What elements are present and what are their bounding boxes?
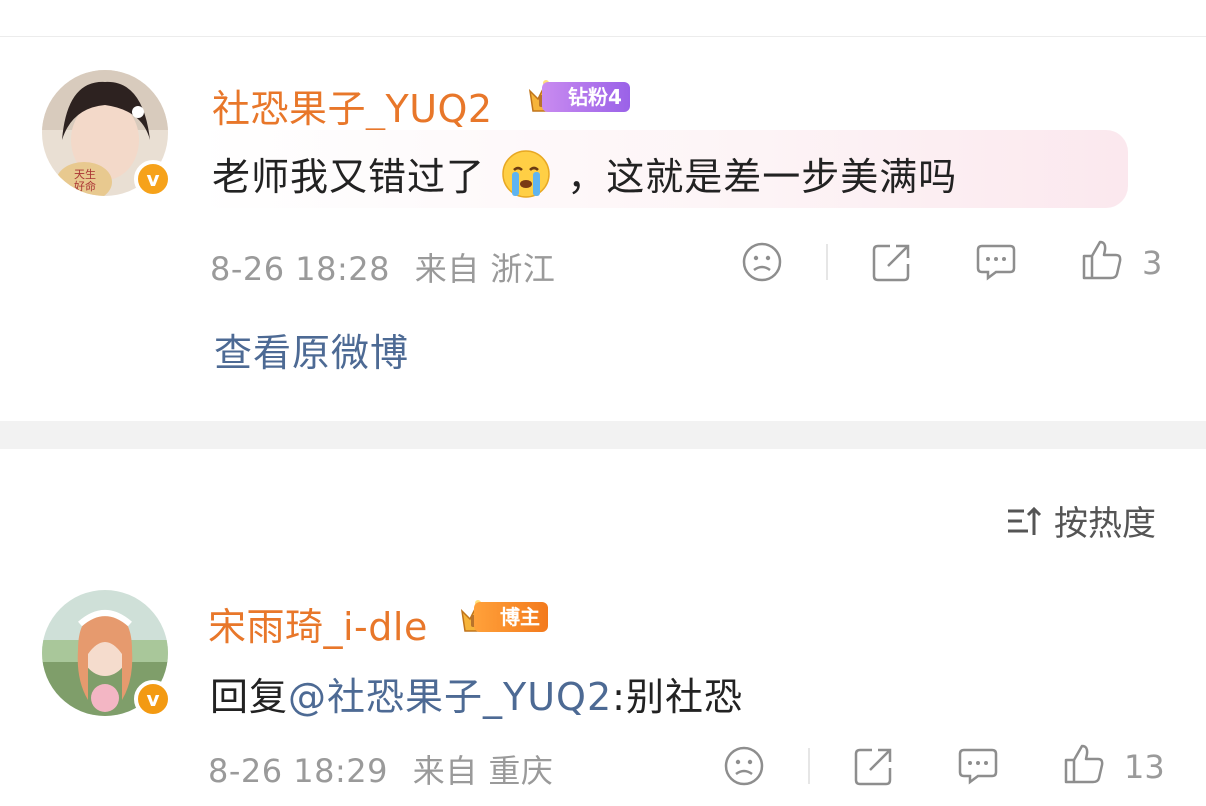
username[interactable]: 宋雨琦_i-dle	[208, 596, 428, 651]
blogger-badge[interactable]: 博主	[456, 600, 548, 634]
crying-face-icon	[502, 150, 550, 198]
comment-meta: 8-26 18:28 来自 浙江	[210, 244, 555, 290]
comment-meta: 8-26 18:29 来自 重庆	[208, 746, 553, 792]
username[interactable]: 社恐果子_YUQ2	[212, 78, 493, 133]
sort-label: 按热度	[1054, 504, 1156, 544]
mention-link[interactable]: @社恐果子_YUQ2	[288, 675, 612, 719]
like-count: 13	[1124, 748, 1165, 786]
avatar[interactable]: 天生 好命 v	[42, 70, 172, 198]
reply-prefix: 回复	[210, 675, 289, 719]
comment-icon[interactable]	[974, 240, 1018, 284]
reply-text: :别社恐	[612, 675, 743, 719]
comment-text: 回复@社恐果子_YUQ2:别社恐	[210, 666, 743, 721]
comment-text: 老师我又错过了 ，这就是差一步美满吗	[212, 146, 957, 201]
divider	[826, 244, 828, 280]
share-icon[interactable]	[852, 744, 896, 788]
comment-date: 8-26 18:28	[210, 250, 391, 288]
comment-location: 来自 浙江	[414, 250, 556, 288]
verified-icon: v	[134, 160, 172, 198]
comment-date: 8-26 18:29	[208, 752, 389, 790]
top-divider	[0, 36, 1206, 37]
sad-face-icon[interactable]	[740, 240, 784, 284]
verified-icon: v	[134, 680, 172, 718]
sort-button[interactable]: 按热度	[1004, 496, 1156, 545]
sad-face-icon[interactable]	[722, 744, 766, 788]
share-icon[interactable]	[870, 240, 914, 284]
svg-text:天生: 天生	[74, 167, 96, 181]
comment-location: 来自 重庆	[412, 752, 554, 790]
avatar[interactable]: v	[42, 590, 172, 718]
view-original-link[interactable]: 查看原微博	[214, 322, 409, 377]
fan-badge[interactable]: 钻粉4	[524, 80, 630, 114]
comment-icon[interactable]	[956, 744, 1000, 788]
sort-icon	[1008, 506, 1042, 535]
comment-text-part1: 老师我又错过了	[212, 155, 486, 199]
svg-text:好命: 好命	[74, 179, 96, 193]
blogger-badge-label: 博主	[474, 602, 548, 632]
divider	[808, 748, 810, 784]
like-count: 3	[1142, 244, 1163, 282]
comment-text-part2: ，这就是差一步美满吗	[567, 155, 958, 199]
like-icon[interactable]	[1062, 742, 1106, 786]
fan-badge-label: 钻粉4	[542, 82, 630, 112]
like-icon[interactable]	[1080, 238, 1124, 282]
section-divider	[0, 421, 1206, 449]
